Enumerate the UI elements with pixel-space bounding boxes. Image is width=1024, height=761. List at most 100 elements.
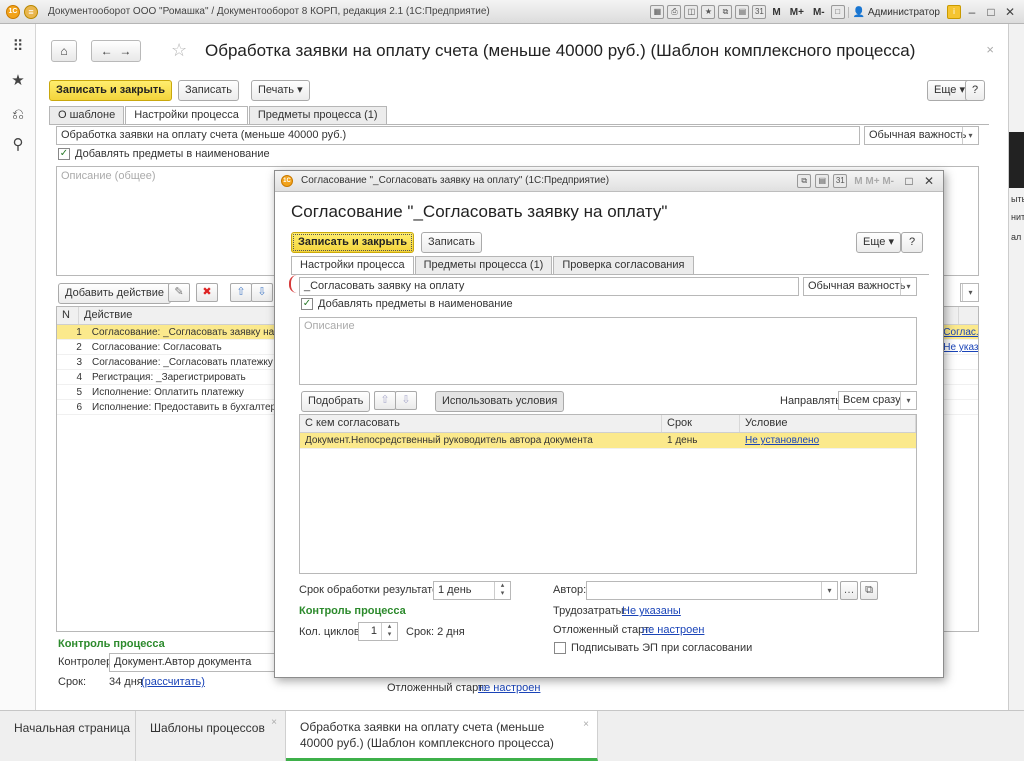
sections-menu-icon[interactable]: ⠿ bbox=[9, 38, 27, 56]
chevron-down-icon[interactable]: ▾ bbox=[900, 278, 916, 295]
row-condition-link[interactable]: Не установлено bbox=[740, 433, 916, 448]
move-up-icon[interactable]: ⇧ bbox=[230, 283, 252, 302]
stepper-icon[interactable]: ▴ ▾ bbox=[494, 582, 510, 599]
calculate-link[interactable]: (рассчитать) bbox=[141, 676, 205, 688]
taskbar-tab-home[interactable]: Начальная страница bbox=[0, 711, 136, 761]
dialog-term-text: Срок: 2 дня bbox=[406, 626, 465, 638]
dialog-name-input[interactable]: _Согласовать заявку на оплату bbox=[299, 277, 799, 296]
minimize-icon[interactable]: – bbox=[964, 5, 980, 19]
calculator-icon[interactable]: ▤ bbox=[735, 5, 750, 19]
memory-button[interactable]: M M+ M- bbox=[851, 176, 897, 187]
grid-icon[interactable]: ▦ bbox=[650, 5, 665, 19]
save-close-button[interactable]: Записать и закрыть bbox=[49, 80, 173, 101]
dialog-importance-select[interactable]: Обычная важность ▾ bbox=[803, 277, 917, 296]
history-icon[interactable]: ⎌ bbox=[9, 106, 27, 124]
result-term-input[interactable]: 1 день ▴ ▾ bbox=[433, 581, 511, 600]
form-close-icon[interactable]: × bbox=[986, 42, 994, 57]
maximize-icon[interactable]: □ bbox=[901, 174, 917, 188]
table-row[interactable]: Документ.Непосредственный руководитель а… bbox=[300, 433, 916, 449]
memory-button[interactable]: M bbox=[769, 7, 783, 18]
add-subjects-checkbox[interactable]: ✓ bbox=[58, 148, 70, 160]
calculator-icon[interactable]: ▤ bbox=[815, 174, 830, 188]
row-condition[interactable]: Соглас... bbox=[938, 325, 978, 339]
direction-select[interactable]: Всем сразу ▾ bbox=[838, 391, 917, 410]
1c-logo-icon: 1C bbox=[281, 175, 293, 187]
favorites-icon[interactable]: ★ bbox=[9, 72, 27, 90]
save-button[interactable]: Записать bbox=[178, 80, 240, 101]
user-name[interactable]: 👤 Администратор bbox=[847, 6, 944, 18]
link-icon[interactable]: ⧉ bbox=[797, 174, 812, 188]
row-condition[interactable]: Не указано, есл... bbox=[938, 340, 978, 354]
chevron-down-icon[interactable]: ▾ bbox=[962, 284, 978, 301]
open-icon[interactable]: ⧉ bbox=[860, 581, 878, 600]
print-icon[interactable]: ⎙ bbox=[667, 5, 682, 19]
importance-select[interactable]: Обычная важность ▾ bbox=[864, 126, 979, 145]
col-approver[interactable]: С кем согласовать bbox=[300, 415, 662, 432]
move-up-icon[interactable]: ⇧ bbox=[374, 391, 396, 410]
tab-about[interactable]: О шаблоне bbox=[49, 106, 125, 124]
stepper-icon[interactable]: ▴ ▾ bbox=[381, 623, 397, 640]
taskbar-tab-current[interactable]: Обработка заявки на оплату счета (меньше… bbox=[286, 711, 598, 761]
preview-icon[interactable]: ◫ bbox=[684, 5, 699, 19]
add-action-button[interactable]: Добавить действие bbox=[58, 283, 171, 304]
chevron-down-icon[interactable]: ▾ bbox=[962, 127, 978, 144]
calendar-icon[interactable]: 31 bbox=[833, 174, 848, 188]
deferred-start-link[interactable]: не настроен bbox=[478, 682, 540, 694]
controller-input[interactable]: Документ.Автор документа bbox=[109, 653, 279, 672]
taskbar-tab-templates[interactable]: Шаблоны процессов × bbox=[136, 711, 286, 761]
info-icon[interactable]: i bbox=[947, 5, 961, 19]
edit-icon[interactable]: ✎ bbox=[168, 283, 190, 302]
dialog-add-subjects-checkbox[interactable]: ✓ bbox=[301, 298, 313, 310]
tab-process-subjects[interactable]: Предметы процесса (1) bbox=[248, 106, 387, 124]
delete-icon[interactable]: ✖ bbox=[196, 283, 218, 302]
col-term[interactable]: Срок bbox=[662, 415, 740, 432]
move-down-icon[interactable]: ⇩ bbox=[251, 283, 273, 302]
cycles-input[interactable]: 1 ▴ ▾ bbox=[358, 622, 398, 641]
more-label: Еще bbox=[934, 84, 957, 96]
dialog-help-button[interactable]: ? bbox=[901, 232, 923, 253]
sign-ep-checkbox[interactable] bbox=[554, 642, 566, 654]
process-name-input[interactable]: Обработка заявки на оплату счета (меньше… bbox=[56, 126, 860, 145]
author-select-button[interactable]: … bbox=[840, 581, 858, 600]
chevron-down-icon[interactable]: ▾ bbox=[821, 582, 837, 599]
close-icon[interactable]: ✕ bbox=[1002, 5, 1018, 19]
chevron-down-icon[interactable]: ▾ bbox=[900, 392, 916, 409]
tab-close-icon[interactable]: × bbox=[271, 717, 277, 728]
menu-circle-icon[interactable]: ≡ bbox=[24, 4, 38, 19]
maximize-icon[interactable]: □ bbox=[983, 5, 999, 19]
author-input[interactable]: ▾ bbox=[586, 581, 838, 600]
pick-button[interactable]: Подобрать bbox=[301, 391, 371, 412]
col-condition[interactable]: Условие bbox=[740, 415, 916, 432]
actions-filter-select[interactable]: ▾ bbox=[960, 283, 979, 302]
dialog-description-textarea[interactable]: Описание bbox=[299, 317, 917, 385]
dialog-deferred-link[interactable]: не настроен bbox=[642, 624, 704, 636]
dialog-more-button[interactable]: Еще ▾ bbox=[856, 232, 901, 253]
tab-process-settings[interactable]: Настройки процесса bbox=[125, 106, 248, 125]
memory-plus-button[interactable]: M+ bbox=[787, 7, 807, 18]
tab-process-settings[interactable]: Настройки процесса bbox=[291, 256, 414, 275]
nav-back-forward[interactable]: ← → bbox=[91, 40, 141, 62]
dialog-save-close-button[interactable]: Записать и закрыть bbox=[291, 232, 415, 253]
bg-text: ыть bbox=[1011, 194, 1024, 204]
favorite-icon[interactable]: ★ bbox=[701, 5, 716, 19]
home-icon[interactable]: ⌂ bbox=[51, 40, 77, 62]
link-icon[interactable]: ⧉ bbox=[718, 5, 733, 19]
tab-close-icon[interactable]: × bbox=[583, 717, 589, 733]
dialog-save-button[interactable]: Записать bbox=[421, 232, 483, 253]
search-icon[interactable]: ⚲ bbox=[9, 136, 27, 154]
print-button[interactable]: Печать ▾ bbox=[251, 80, 310, 101]
tab-process-subjects[interactable]: Предметы процесса (1) bbox=[414, 256, 553, 274]
memory-minus-button[interactable]: M- bbox=[810, 7, 828, 18]
help-button[interactable]: ? bbox=[965, 80, 985, 101]
tab-approval-check[interactable]: Проверка согласования bbox=[553, 256, 694, 274]
move-down-icon[interactable]: ⇩ bbox=[395, 391, 417, 410]
sign-ep-label: Подписывать ЭП при согласовании bbox=[571, 642, 753, 654]
row-n: 6 bbox=[76, 402, 82, 413]
labor-link[interactable]: Не указаны bbox=[622, 605, 681, 617]
use-conditions-button[interactable]: Использовать условия bbox=[435, 391, 565, 412]
col-n[interactable]: N bbox=[57, 307, 79, 324]
calendar-icon[interactable]: 31 bbox=[752, 5, 767, 19]
favorite-star-icon[interactable]: ☆ bbox=[171, 40, 187, 61]
window-mode-icon[interactable]: □ bbox=[830, 5, 845, 19]
close-icon[interactable]: ✕ bbox=[921, 174, 937, 188]
